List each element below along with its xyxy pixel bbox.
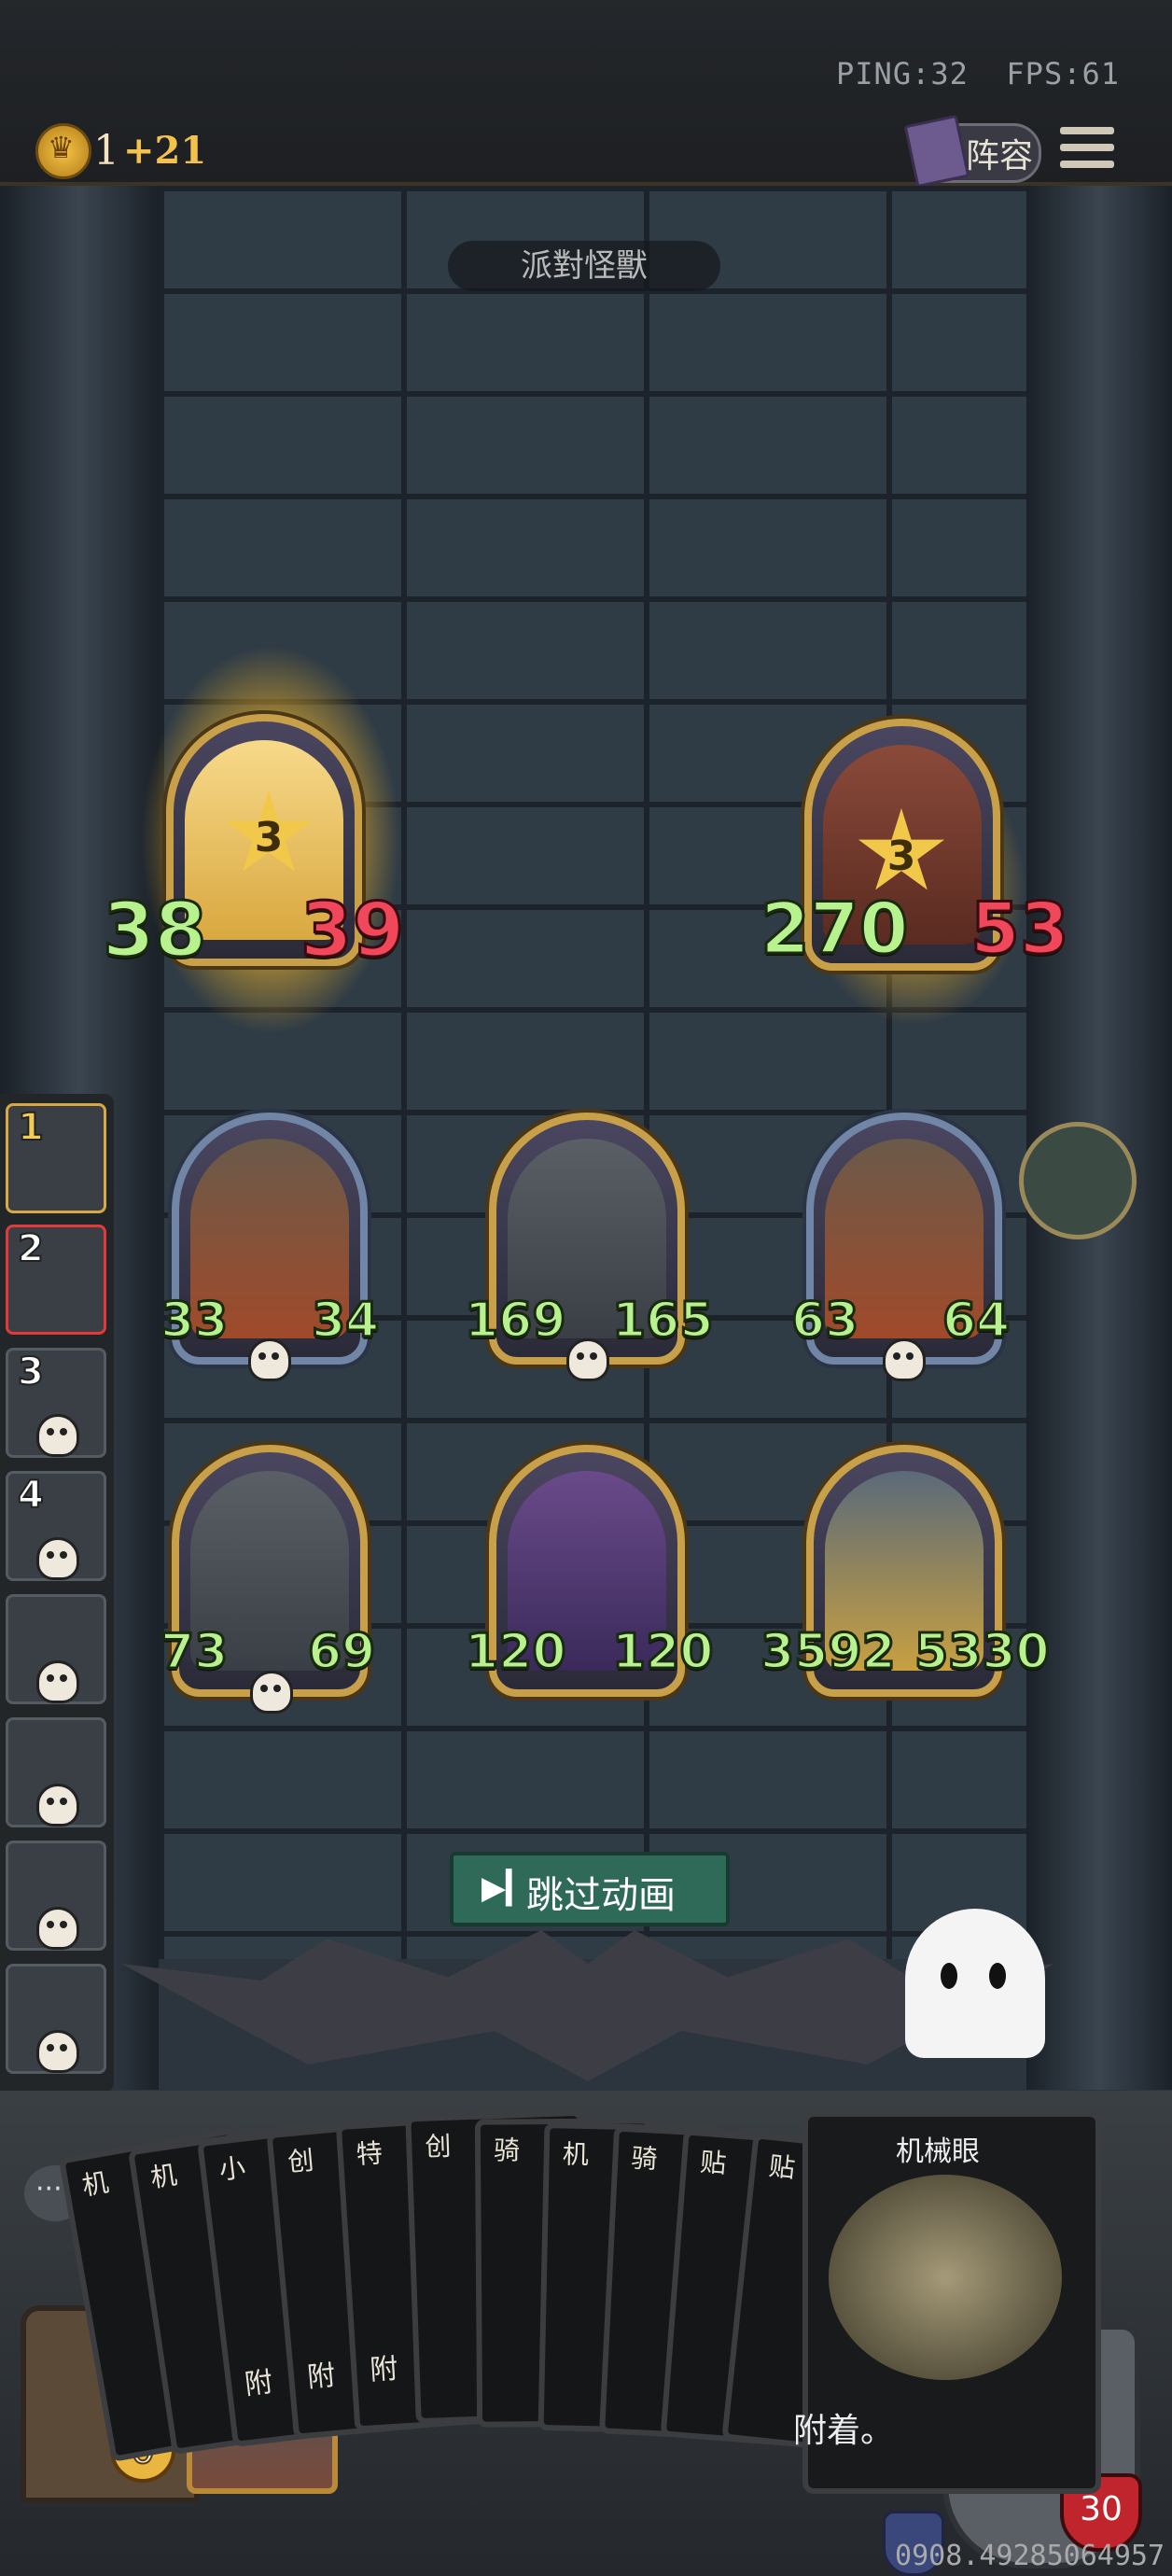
history-slot[interactable] bbox=[6, 1594, 106, 1704]
history-slot[interactable]: 4 bbox=[6, 1471, 106, 1581]
skull-icon bbox=[36, 1537, 79, 1580]
history-rank: 1 bbox=[17, 1105, 45, 1150]
fps-text: FPS:61 bbox=[1006, 56, 1120, 91]
coin-count: 1 bbox=[93, 127, 119, 175]
hand-card-name: 创 bbox=[286, 2144, 315, 2178]
history-slot[interactable]: 3 bbox=[6, 1348, 106, 1458]
hand-card-text: 附 bbox=[369, 2352, 399, 2387]
history-slot[interactable]: 2 bbox=[6, 1225, 106, 1335]
hand-card-name: 贴 bbox=[699, 2146, 728, 2179]
history-slot[interactable]: 1 bbox=[6, 1103, 106, 1213]
lineup-label: 阵容 bbox=[966, 137, 1034, 175]
coin-income: +21 bbox=[123, 129, 207, 173]
unit-attack: 73 bbox=[159, 1623, 229, 1682]
hand-card-name: 机 bbox=[79, 2166, 111, 2202]
enemy-attack: 270 bbox=[760, 886, 911, 972]
hand-card-name: 特 bbox=[355, 2137, 384, 2170]
mechanical-eye-art bbox=[829, 2175, 1062, 2380]
unit-attack: 33 bbox=[159, 1292, 229, 1351]
unit-health: 69 bbox=[306, 1623, 376, 1682]
debug-coords: 0908.49285064957 bbox=[895, 2540, 1165, 2572]
hand-card-text: 附 bbox=[243, 2365, 275, 2402]
skull-icon bbox=[36, 1907, 79, 1950]
deathrattle-skull-icon bbox=[250, 1671, 293, 1714]
enemy-attack: 38 bbox=[101, 886, 207, 975]
skip-animation-label: 跳过动画 bbox=[526, 1874, 676, 1917]
history-slot[interactable] bbox=[6, 1841, 106, 1951]
featured-card-text: 附着。 bbox=[793, 2412, 895, 2450]
hand-card-name: 骑 bbox=[493, 2135, 521, 2166]
history-rank: 3 bbox=[17, 1350, 45, 1394]
hand-card-name: 骑 bbox=[630, 2142, 659, 2175]
featured-card-name: 机械眼 bbox=[896, 2135, 980, 2168]
ping-text: PING:32 bbox=[836, 56, 969, 91]
history-rank: 4 bbox=[17, 1473, 45, 1518]
hand-card-name: 小 bbox=[217, 2151, 247, 2186]
unit-health: 120 bbox=[611, 1623, 716, 1682]
deathrattle-skull-icon bbox=[248, 1338, 291, 1381]
stage-name: 派對怪獸 bbox=[448, 241, 720, 291]
unit-health: 165 bbox=[611, 1292, 716, 1351]
skull-icon bbox=[36, 1414, 79, 1457]
skip-forward-icon: ▶▎ bbox=[481, 1869, 531, 1907]
unit-attack: 63 bbox=[789, 1292, 859, 1351]
unit-attack: 169 bbox=[464, 1292, 568, 1351]
menu-icon[interactable] bbox=[1060, 121, 1114, 172]
skull-icon bbox=[36, 1784, 79, 1827]
unit-health: 34 bbox=[310, 1292, 380, 1351]
hand-card-name: 机 bbox=[562, 2138, 590, 2171]
enemy-star: 3 bbox=[886, 833, 916, 880]
enemy-star: 3 bbox=[254, 814, 284, 861]
history-slot[interactable] bbox=[6, 1964, 106, 2074]
hand-card-name: 贴 bbox=[767, 2149, 797, 2184]
enemy-health: 53 bbox=[970, 886, 1071, 972]
enemy-health: 39 bbox=[299, 886, 405, 975]
hand-card-name: 创 bbox=[424, 2130, 453, 2163]
deathrattle-skull-icon bbox=[566, 1338, 609, 1381]
ghost-mascot bbox=[905, 1909, 1045, 2058]
hand-card-text: 附 bbox=[305, 2359, 337, 2395]
deathrattle-skull-icon bbox=[883, 1338, 926, 1381]
unit-attack: 3592 bbox=[760, 1623, 898, 1682]
skull-icon bbox=[36, 1660, 79, 1703]
unit-health: 64 bbox=[941, 1292, 1011, 1351]
unit-health: 5330 bbox=[914, 1623, 1052, 1682]
network-stats: PING:32 FPS:61 bbox=[836, 56, 1120, 91]
history-slot[interactable] bbox=[6, 1717, 106, 1827]
coin-icon bbox=[35, 123, 91, 179]
unit-attack: 120 bbox=[464, 1623, 568, 1682]
history-rank: 2 bbox=[17, 1226, 45, 1271]
skull-icon bbox=[36, 2030, 79, 2073]
hand-card-name: 机 bbox=[148, 2159, 179, 2194]
hero-power-icon[interactable] bbox=[1019, 1122, 1137, 1239]
